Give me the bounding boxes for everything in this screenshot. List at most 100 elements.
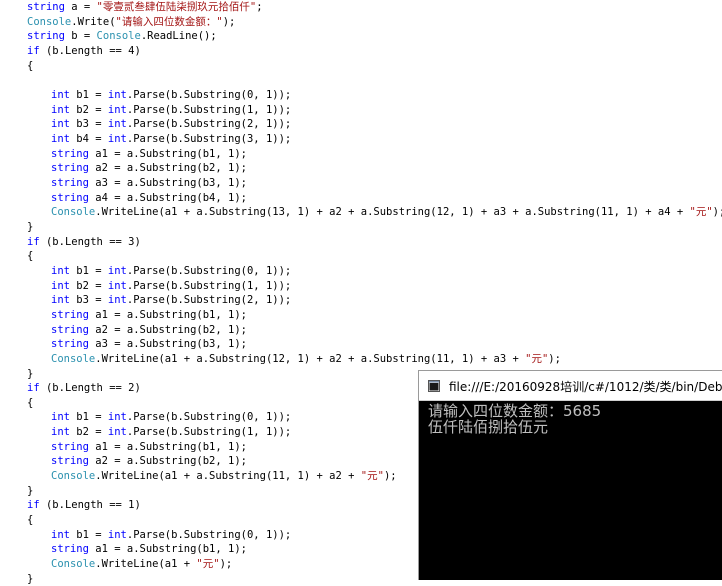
- code-token: int: [107, 294, 127, 307]
- code-token: a2 = a.Substring(b2, 1);: [88, 323, 247, 336]
- code-line[interactable]: {: [27, 513, 33, 527]
- code-token: .Parse(b.Substring(1, 1));: [126, 279, 292, 292]
- code-token: b2 =: [69, 279, 108, 292]
- code-line[interactable]: Console.WriteLine(a1 + a.Substring(13, 1…: [51, 205, 722, 219]
- code-line[interactable]: string a1 = a.Substring(b1, 1);: [51, 308, 247, 322]
- code-token: .Parse(b.Substring(2, 1));: [126, 294, 292, 307]
- code-token: }: [27, 367, 34, 380]
- code-token: b1 =: [69, 88, 108, 101]
- code-line[interactable]: int b3 = int.Parse(b.Substring(2, 1));: [51, 117, 291, 131]
- code-line[interactable]: Console.WriteLine(a1 + a.Substring(11, 1…: [51, 469, 397, 483]
- code-line[interactable]: if (b.Length == 2): [27, 381, 141, 395]
- code-token: {: [27, 250, 34, 263]
- code-token: int: [51, 88, 70, 101]
- code-line[interactable]: Console.WriteLine(a1 + a.Substring(12, 1…: [51, 352, 561, 366]
- code-line[interactable]: string a1 = a.Substring(b1, 1);: [51, 542, 247, 556]
- code-line[interactable]: }: [27, 572, 33, 586]
- code-token: }: [27, 484, 34, 497]
- code-token: if: [27, 44, 40, 57]
- code-line[interactable]: Console.WriteLine(a1 + "元");: [51, 557, 232, 571]
- code-token: a2 = a.Substring(b2, 1);: [88, 455, 247, 468]
- code-token: int: [51, 279, 70, 292]
- code-token: .WriteLine(a1 +: [95, 558, 197, 571]
- code-line[interactable]: {: [27, 249, 33, 263]
- code-token: string: [27, 30, 65, 43]
- code-token: );: [383, 470, 397, 483]
- code-line[interactable]: {: [27, 59, 33, 73]
- code-token: int: [51, 103, 70, 116]
- code-token: (b.Length == 1): [39, 499, 141, 512]
- code-token: Console: [96, 30, 141, 43]
- code-line[interactable]: Console.Write("请输入四位数金额：");: [27, 15, 235, 29]
- console-window-icon: [428, 380, 440, 392]
- code-line[interactable]: }: [27, 367, 33, 381]
- code-token: int: [107, 88, 127, 101]
- code-line[interactable]: string b = Console.ReadLine();: [27, 29, 217, 43]
- code-line[interactable]: string a3 = a.Substring(b3, 1);: [51, 337, 247, 351]
- code-line[interactable]: int b1 = int.Parse(b.Substring(0, 1));: [51, 88, 291, 102]
- code-token: string: [51, 147, 89, 160]
- code-line[interactable]: {: [27, 396, 33, 410]
- console-window[interactable]: file:///E:/20160928培训/c#/1012/类/类/bin/De…: [418, 370, 722, 580]
- code-token: }: [27, 220, 34, 233]
- code-token: a1 = a.Substring(b1, 1);: [88, 440, 247, 453]
- code-line[interactable]: int b1 = int.Parse(b.Substring(0, 1));: [51, 528, 291, 542]
- code-token: a2 = a.Substring(b2, 1);: [88, 162, 247, 175]
- code-line[interactable]: string a3 = a.Substring(b3, 1);: [51, 176, 247, 190]
- code-token: Console: [51, 470, 96, 483]
- code-line[interactable]: int b4 = int.Parse(b.Substring(3, 1));: [51, 132, 291, 146]
- code-token: .Parse(b.Substring(0, 1));: [126, 411, 292, 424]
- code-token: .Parse(b.Substring(1, 1));: [126, 103, 292, 116]
- code-line[interactable]: if (b.Length == 4): [27, 44, 141, 58]
- code-line[interactable]: string a1 = a.Substring(b1, 1);: [51, 147, 247, 161]
- code-token: int: [51, 411, 70, 424]
- console-output-line: 请输入四位数金额：5685: [428, 402, 602, 420]
- code-line[interactable]: string a2 = a.Substring(b2, 1);: [51, 323, 247, 337]
- code-token: (b.Length == 2): [39, 382, 141, 395]
- code-token: }: [27, 572, 34, 585]
- code-token: );: [712, 206, 722, 219]
- code-line[interactable]: int b1 = int.Parse(b.Substring(0, 1));: [51, 410, 291, 424]
- code-token: "元": [525, 352, 549, 365]
- code-token: int: [107, 264, 127, 277]
- code-line[interactable]: int b2 = int.Parse(b.Substring(1, 1));: [51, 279, 291, 293]
- code-token: .Write(: [71, 15, 116, 28]
- code-token: );: [219, 558, 233, 571]
- console-title: file:///E:/20160928培训/c#/1012/类/类/bin/De…: [449, 380, 722, 394]
- code-token: a3 = a.Substring(b3, 1);: [88, 176, 247, 189]
- code-token: "元": [196, 558, 220, 571]
- code-token: Console: [51, 558, 96, 571]
- code-line[interactable]: string a2 = a.Substring(b2, 1);: [51, 454, 247, 468]
- code-line[interactable]: if (b.Length == 1): [27, 498, 141, 512]
- code-token: int: [51, 264, 70, 277]
- code-token: string: [51, 440, 89, 453]
- code-line[interactable]: int b2 = int.Parse(b.Substring(1, 1));: [51, 425, 291, 439]
- code-line[interactable]: int b3 = int.Parse(b.Substring(2, 1));: [51, 293, 291, 307]
- code-token: a1 = a.Substring(b1, 1);: [88, 543, 247, 556]
- code-token: int: [107, 426, 127, 439]
- code-token: a1 = a.Substring(b1, 1);: [88, 308, 247, 321]
- code-line[interactable]: string a2 = a.Substring(b2, 1);: [51, 161, 247, 175]
- code-token: .Parse(b.Substring(2, 1));: [126, 118, 292, 131]
- code-token: a =: [64, 1, 97, 13]
- code-line[interactable]: }: [27, 220, 33, 234]
- code-line[interactable]: int b2 = int.Parse(b.Substring(1, 1));: [51, 103, 291, 117]
- code-line[interactable]: }: [27, 484, 33, 498]
- code-token: Console: [51, 206, 96, 219]
- console-titlebar[interactable]: file:///E:/20160928培训/c#/1012/类/类/bin/De…: [419, 371, 722, 401]
- code-line[interactable]: if (b.Length == 3): [27, 235, 141, 249]
- code-line[interactable]: string a4 = a.Substring(b4, 1);: [51, 191, 247, 205]
- code-line[interactable]: int b1 = int.Parse(b.Substring(0, 1));: [51, 264, 291, 278]
- code-token: Console: [27, 15, 72, 28]
- code-token: Console: [51, 352, 96, 365]
- code-token: if: [27, 382, 40, 395]
- code-token: string: [51, 543, 89, 556]
- code-line[interactable]: string a = "零壹贰叁肆伍陆柒捌玖元拾佰仟";: [27, 0, 263, 14]
- code-token: int: [51, 132, 70, 145]
- code-line[interactable]: string a1 = a.Substring(b1, 1);: [51, 440, 247, 454]
- code-token: if: [27, 499, 40, 512]
- code-token: .Parse(b.Substring(0, 1));: [126, 528, 292, 541]
- code-token: "请输入四位数金额：": [115, 15, 223, 28]
- code-token: b4 =: [69, 132, 108, 145]
- code-token: string: [51, 323, 89, 336]
